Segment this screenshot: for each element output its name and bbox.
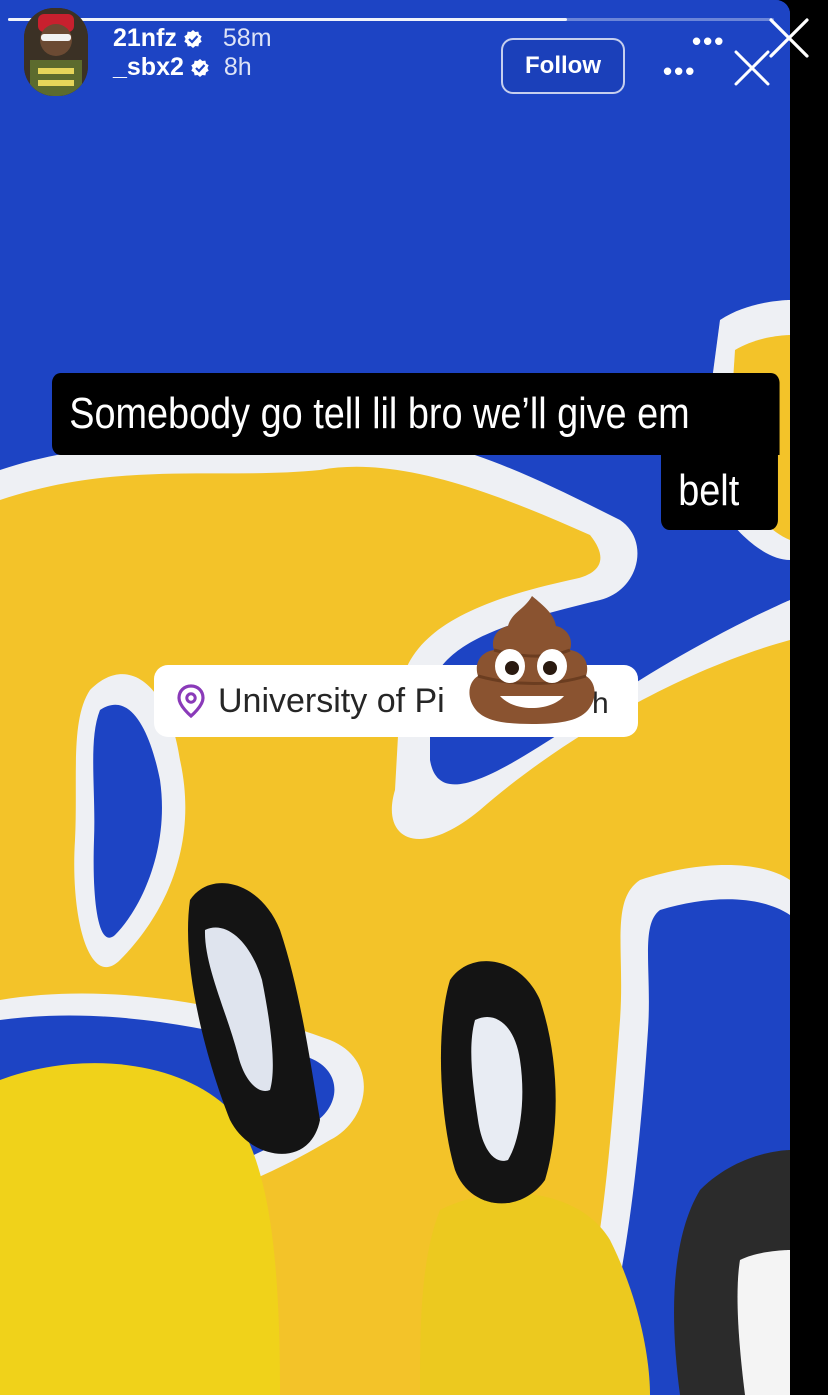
- post-time: 58m: [222, 24, 272, 52]
- follow-button[interactable]: Follow: [501, 38, 625, 94]
- story-media[interactable]: 21nfz 58m _sbx2 8h Follow ••• Somebody g…: [0, 0, 790, 1395]
- post-time: 8h: [223, 53, 252, 81]
- location-pin-icon: [177, 684, 205, 718]
- story-viewer: 21nfz 58m _sbx2 8h Follow ••• Somebody g…: [0, 0, 828, 1395]
- close-icon[interactable]: [733, 50, 771, 86]
- story-caption-line-1: Somebody go tell lil bro we’ll give em: [52, 373, 780, 455]
- username[interactable]: 21nfz: [113, 24, 177, 53]
- close-icon[interactable]: [768, 17, 810, 59]
- verified-badge-icon: [184, 29, 202, 48]
- avatar-image: [24, 8, 88, 96]
- user-row-secondary[interactable]: _sbx2 8h: [113, 53, 252, 82]
- story-progress-bar: [8, 18, 774, 21]
- user-row-primary[interactable]: 21nfz 58m: [113, 24, 272, 53]
- poop-emoji-sticker[interactable]: [464, 592, 600, 728]
- more-options-icon[interactable]: •••: [692, 28, 725, 54]
- location-name: University of Pi: [218, 681, 445, 720]
- avatar[interactable]: [24, 8, 88, 96]
- more-options-icon[interactable]: •••: [663, 58, 696, 84]
- username[interactable]: _sbx2: [113, 53, 184, 82]
- story-progress-fill: [8, 18, 568, 21]
- story-caption-line-2: belt: [661, 455, 778, 530]
- verified-badge-icon: [191, 58, 209, 77]
